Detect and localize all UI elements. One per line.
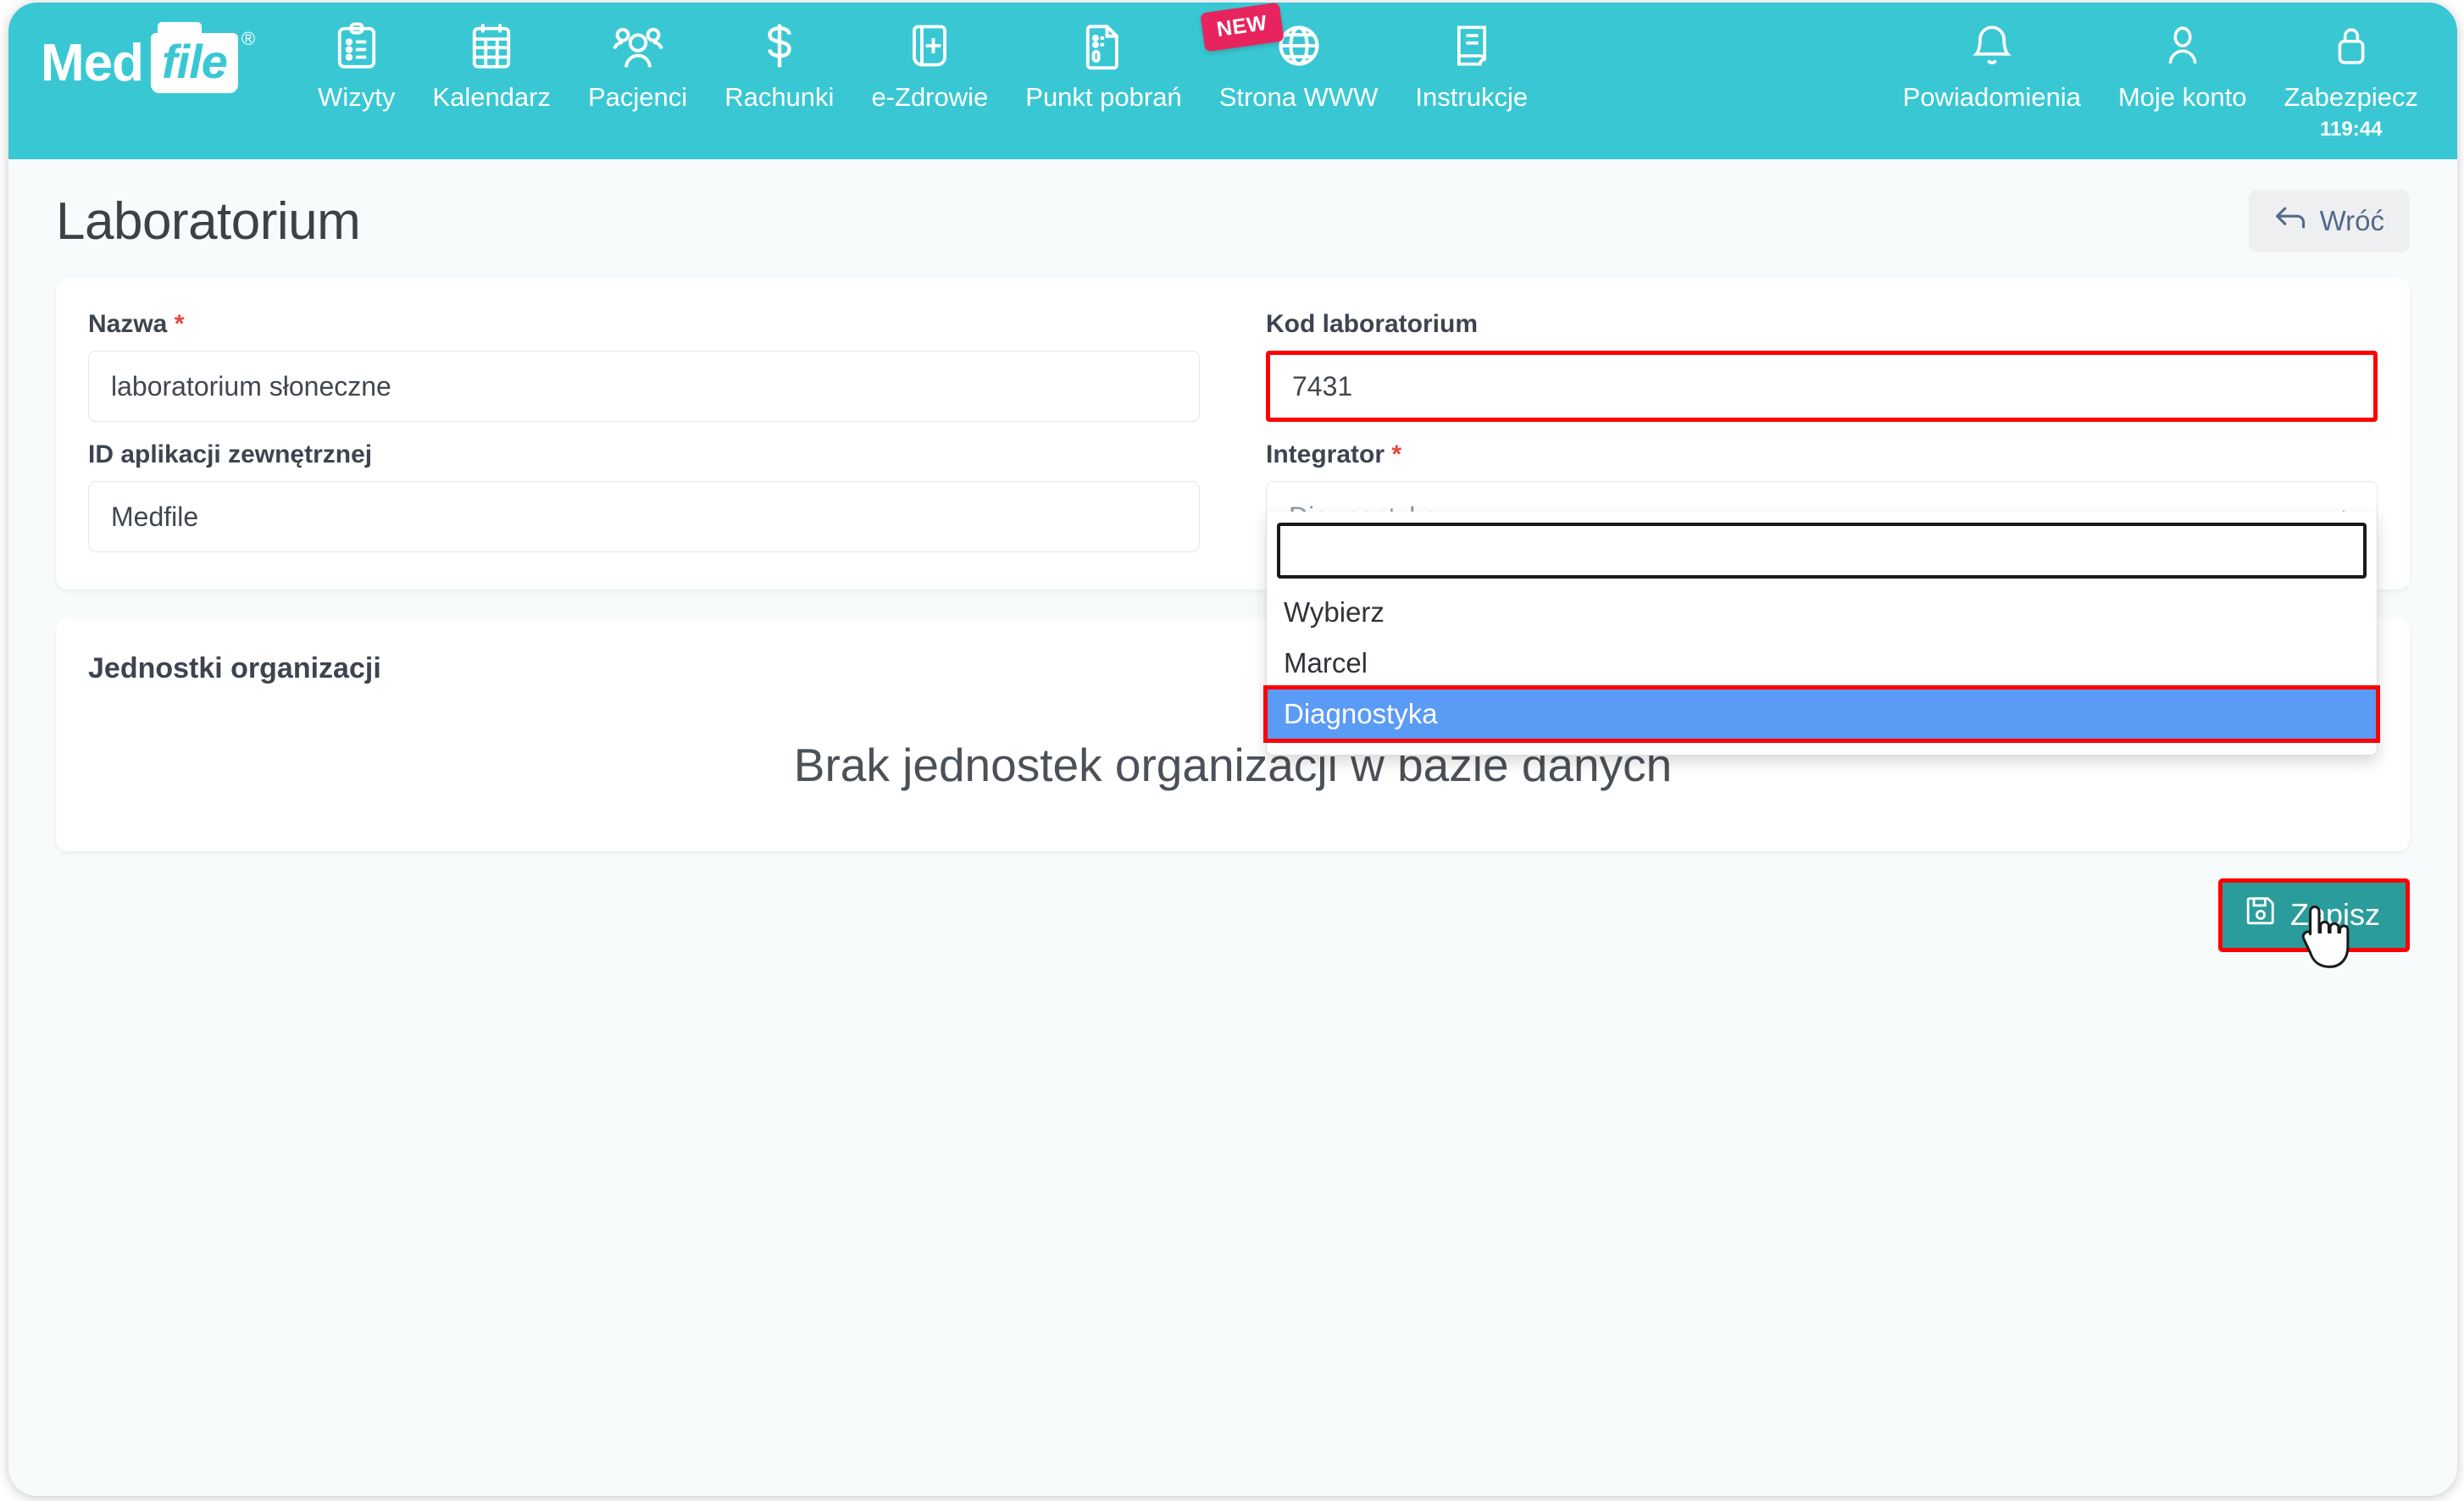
- label-id-aplikacji: ID aplikacji zewnętrznej: [88, 440, 373, 468]
- nav-label-powiadomienia: Powiadomienia: [1902, 82, 2081, 112]
- field-kod-laboratorium: Kod laboratorium: [1266, 310, 2378, 422]
- label-nazwa-text: Nazwa: [88, 310, 168, 338]
- calendar-icon: [469, 18, 514, 74]
- floppy-save-icon: [2245, 895, 2277, 934]
- label-integrator: Integrator *: [1266, 440, 2378, 469]
- logo-text-med: Med: [41, 33, 144, 92]
- field-nazwa: Nazwa *: [88, 310, 1200, 422]
- logo-file-badge: file: [151, 22, 238, 93]
- bell-icon: [1970, 18, 2014, 74]
- medfile-logo[interactable]: Med file ®: [41, 22, 255, 93]
- page-title: Laboratorium: [56, 191, 361, 251]
- label-integrator-text: Integrator: [1266, 440, 1385, 468]
- laboratory-form-card: Nazwa * Kod laboratorium ID aplikacji ze…: [56, 278, 2410, 756]
- nav-item-rachunki[interactable]: Rachunki: [706, 14, 852, 113]
- dropdown-search-wrapper: [1267, 512, 2377, 587]
- required-marker-nazwa: *: [174, 310, 185, 338]
- nav-item-kalendarz[interactable]: Kalendarz: [413, 14, 569, 113]
- users-icon: [612, 18, 663, 74]
- new-badge: NEW: [1199, 3, 1285, 53]
- nav-item-strona-www[interactable]: NEW Strona WWW: [1199, 3, 1397, 113]
- nav-item-powiadomienia[interactable]: Powiadomienia: [1884, 14, 2100, 113]
- save-button[interactable]: Zapisz: [2217, 878, 2410, 952]
- document-test-icon: [1082, 18, 1124, 74]
- session-timer: 119:44: [2320, 118, 2383, 141]
- page-content: Laboratorium Wróć Nazwa * laboratorium s…: [8, 159, 2457, 968]
- secondary-nav-items: Powiadomienia Moje konto Zabezpiecz 119:…: [1884, 14, 2437, 141]
- nav-item-wizyty[interactable]: Wizyty: [299, 14, 413, 113]
- nav-label-instrukcje: Instrukcje: [1415, 82, 1529, 112]
- logo-text-file: file: [162, 35, 228, 88]
- nav-label-moje-konto: Moje konto: [2117, 82, 2247, 112]
- dropdown-option-wybierz[interactable]: Wybierz: [1267, 587, 2377, 638]
- required-marker-integrator: *: [1391, 440, 1402, 468]
- clipboard-list-icon: [334, 18, 380, 74]
- nav-label-rachunki: Rachunki: [724, 82, 835, 112]
- dollar-icon: [760, 18, 799, 74]
- primary-nav-items: Wizyty Kalendarz Pacjenci Rachunki e-Zdr…: [299, 3, 1546, 113]
- lock-icon: [2332, 18, 2371, 74]
- application-window: Med file ® Wizyty Kalendarz Pacjenci Rac…: [8, 3, 2457, 1496]
- nav-item-ezdrowie[interactable]: e-Zdrowie: [852, 14, 1007, 113]
- nav-label-strona-www: Strona WWW: [1218, 82, 1379, 112]
- nav-item-pacjenci[interactable]: Pacjenci: [569, 14, 706, 113]
- save-button-label: Zapisz: [2289, 896, 2380, 932]
- book-icon: [1450, 18, 1494, 74]
- logo-trademark: ®: [241, 28, 256, 49]
- nav-label-ezdrowie: e-Zdrowie: [871, 82, 989, 112]
- nav-item-instrukcje[interactable]: Instrukcje: [1396, 14, 1546, 113]
- label-kod-laboratorium: Kod laboratorium: [1266, 310, 1479, 338]
- form-actions-row: Zapisz: [56, 851, 2410, 968]
- nav-label-kalendarz: Kalendarz: [432, 82, 551, 112]
- back-arrow-icon: [2274, 205, 2308, 237]
- nav-item-zabezpiecz[interactable]: Zabezpiecz 119:44: [2265, 14, 2437, 141]
- page-header: Laboratorium Wróć: [56, 159, 2410, 278]
- laboratory-form-grid: Nazwa * Kod laboratorium ID aplikacji ze…: [88, 310, 2380, 756]
- nav-label-punkt-pobran: Punkt pobrań: [1025, 82, 1182, 112]
- field-id-aplikacji: ID aplikacji zewnętrznej: [88, 440, 1200, 552]
- back-button[interactable]: Wróć: [2248, 190, 2410, 252]
- save-button-wrapper: Zapisz: [2217, 878, 2410, 968]
- dropdown-option-marcel[interactable]: Marcel: [1267, 638, 2377, 689]
- nav-label-zabezpiecz: Zabezpiecz: [2284, 82, 2418, 112]
- dropdown-option-diagnostyka[interactable]: Diagnostyka: [1263, 685, 2380, 743]
- kod-laboratorium-input[interactable]: [1266, 351, 2378, 422]
- top-navigation-bar: Med file ® Wizyty Kalendarz Pacjenci Rac…: [8, 3, 2457, 159]
- nav-item-punkt-pobran[interactable]: Punkt pobrań: [1007, 14, 1200, 113]
- nav-label-wizyty: Wizyty: [318, 82, 396, 112]
- nav-label-pacjenci: Pacjenci: [588, 82, 688, 112]
- id-aplikacji-input[interactable]: [88, 481, 1200, 552]
- integrator-dropdown-panel: Wybierz Marcel Diagnostyka: [1263, 512, 2380, 756]
- medical-record-icon: [907, 18, 952, 74]
- integrator-search-input[interactable]: [1277, 523, 2367, 579]
- field-integrator: Integrator * Diagnostyka Wybierz Marcel: [1263, 440, 2380, 756]
- nav-item-moje-konto[interactable]: Moje konto: [2100, 14, 2266, 113]
- back-button-label: Wróć: [2319, 205, 2384, 236]
- user-icon: [2162, 18, 2204, 74]
- label-nazwa: Nazwa *: [88, 310, 1200, 339]
- nazwa-input[interactable]: [88, 351, 1200, 422]
